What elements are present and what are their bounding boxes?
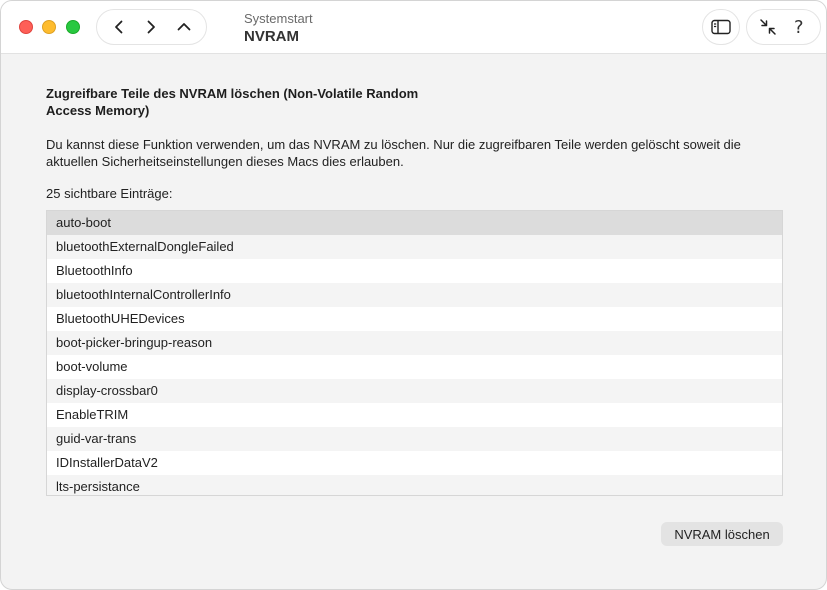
page-title: NVRAM — [244, 28, 299, 45]
content-area: Zugreifbare Teile des NVRAM löschen (Non… — [46, 85, 783, 202]
list-item[interactable]: boot-picker-bringup-reason — [47, 331, 782, 355]
list-item[interactable]: IDInstallerDataV2 — [47, 451, 782, 475]
navigation-group — [96, 9, 207, 45]
zoom-button[interactable] — [66, 20, 80, 34]
help-button[interactable]: ? — [786, 14, 812, 40]
titlebar: Systemstart NVRAM ? — [1, 1, 826, 54]
section-description: Du kannst diese Funktion verwenden, um d… — [46, 137, 741, 169]
breadcrumb-subtitle: Systemstart — [244, 11, 313, 26]
list-item[interactable]: auto-boot — [47, 211, 782, 235]
list-item[interactable]: boot-volume — [47, 355, 782, 379]
list-item[interactable]: BluetoothUHEDevices — [47, 307, 782, 331]
close-button[interactable] — [19, 20, 33, 34]
collapse-button[interactable] — [755, 14, 781, 40]
sidebar-toggle-button[interactable] — [702, 9, 740, 45]
nvram-entry-list[interactable]: auto-boot bluetoothExternalDongleFailed Bl… — [46, 210, 783, 496]
section-heading: Zugreifbare Teile des NVRAM löschen (Non… — [46, 86, 419, 118]
list-item[interactable]: guid-var-trans — [47, 427, 782, 451]
up-button[interactable] — [171, 14, 197, 40]
window-actions-group: ? — [746, 9, 821, 45]
list-item[interactable]: bluetoothInternalControllerInfo — [47, 283, 782, 307]
forward-button[interactable] — [138, 14, 164, 40]
clear-nvram-button[interactable]: NVRAM löschen — [661, 522, 783, 546]
list-item[interactable]: lts-persistance — [47, 475, 782, 495]
chevron-right-icon — [148, 20, 156, 34]
chevron-up-icon — [177, 23, 191, 31]
list-item[interactable]: bluetoothExternalDongleFailed — [47, 235, 782, 259]
entry-count-label: 25 sichtbare Einträge: — [46, 186, 173, 201]
app-window: Systemstart NVRAM ? Zugreifbare Teile de… — [0, 0, 827, 590]
list-item[interactable]: BluetoothInfo — [47, 259, 782, 283]
list-item[interactable]: EnableTRIM — [47, 403, 782, 427]
window-titles: Systemstart NVRAM — [244, 11, 313, 47]
collapse-arrows-icon — [760, 19, 776, 35]
list-item[interactable]: display-crossbar0 — [47, 379, 782, 403]
minimize-button[interactable] — [42, 20, 56, 34]
help-icon: ? — [793, 16, 804, 38]
chevron-left-icon — [115, 20, 123, 34]
back-button[interactable] — [106, 14, 132, 40]
sidebar-icon — [711, 19, 731, 35]
